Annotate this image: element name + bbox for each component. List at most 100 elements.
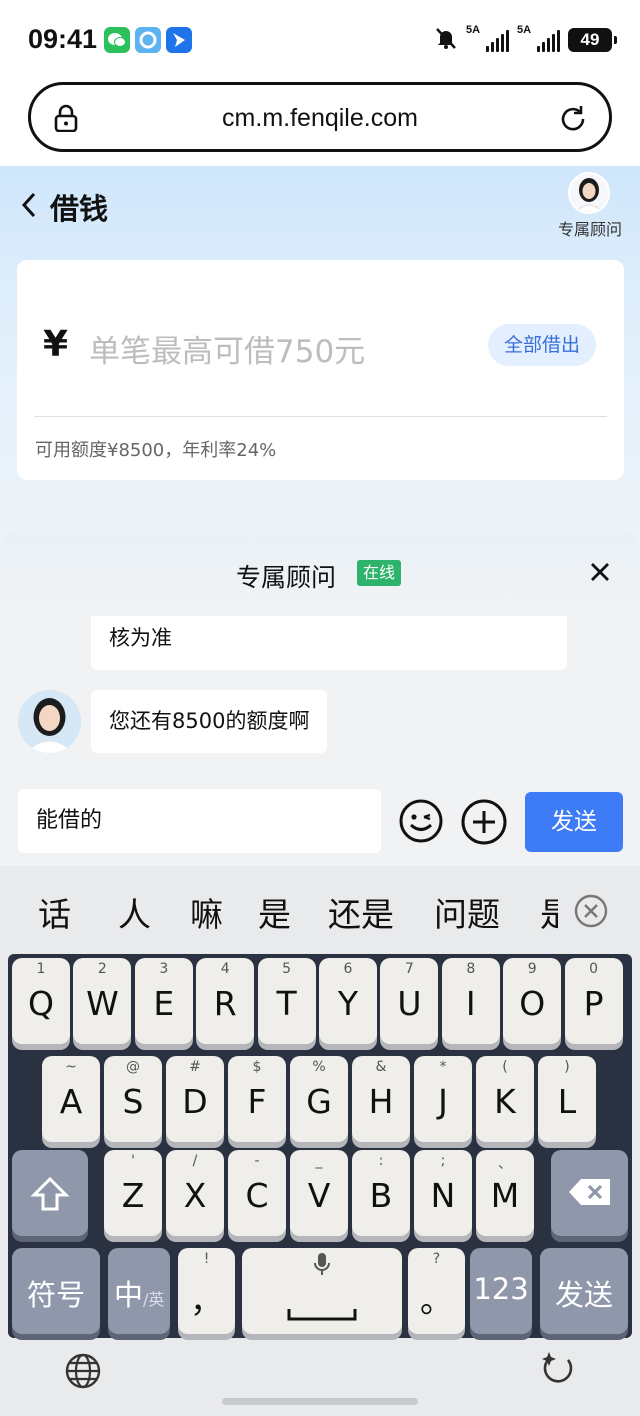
key-hint: 1 [36, 961, 46, 977]
backspace-key[interactable] [551, 1150, 628, 1236]
url-text: cm.m.fenqile.com [222, 104, 418, 132]
send-button[interactable]: 发送 [525, 792, 623, 852]
candidate[interactable]: 问题 [434, 888, 500, 936]
candidate[interactable]: 是 [540, 888, 558, 936]
online-badge: 在线 [357, 560, 402, 586]
key-label: H [368, 1082, 394, 1121]
amount-input[interactable]: 单笔最高可借750元 [89, 326, 365, 371]
candidate[interactable]: 还是 [328, 888, 394, 936]
divider [34, 416, 607, 417]
key-hint: % [312, 1059, 326, 1075]
key-label: D [182, 1082, 208, 1121]
key-h[interactable]: & H [352, 1056, 410, 1142]
back-icon[interactable] [20, 190, 38, 228]
key-label: I [465, 984, 476, 1023]
keyboard: 话 人 嘛 是 还是 问题 是 符号 中/英 ! ， ? 。 123 发送 1 … [0, 866, 640, 1416]
key-l[interactable]: ) L [538, 1056, 596, 1142]
key-f[interactable]: $ F [228, 1056, 286, 1142]
candidate[interactable]: 嘛 [190, 888, 223, 936]
key-hint: ( [502, 1059, 508, 1075]
advisor-chat-sheet: 专属顾问 在线 核为准 您还有8500的额度啊 能借的 发送 [0, 530, 640, 866]
page-title: 借钱 [50, 192, 109, 226]
key-label: L [557, 1082, 577, 1121]
close-icon[interactable] [588, 560, 612, 584]
reload-icon[interactable] [557, 103, 589, 135]
mute-icon [434, 26, 458, 54]
space-key[interactable] [242, 1248, 402, 1334]
key-hint: / [192, 1153, 198, 1169]
candidate[interactable]: 人 [118, 888, 151, 936]
messenger-app-icon [166, 27, 192, 53]
space-icon [242, 1292, 402, 1331]
candidate[interactable]: 话 [38, 888, 71, 936]
message-bubble: 核为准 [91, 616, 567, 670]
advisor-label[interactable]: 专属顾问 [558, 216, 622, 240]
keyboard-bottom-bar [0, 1338, 640, 1416]
globe-icon[interactable] [64, 1352, 102, 1390]
key-c[interactable]: -C [228, 1150, 286, 1236]
keyboard-send-key[interactable]: 发送 [540, 1248, 628, 1334]
numbers-key[interactable]: 123 [470, 1248, 532, 1334]
key-hint: 4 [220, 961, 230, 977]
key-hint: * [439, 1059, 447, 1075]
candidate[interactable]: 是 [258, 888, 291, 936]
advisor-avatar[interactable] [568, 172, 610, 214]
key-hint: 0 [589, 961, 599, 977]
key-hint: 7 [404, 961, 414, 977]
borrow-all-button[interactable]: 全部借出 [487, 324, 596, 366]
key-z[interactable]: ' Z [104, 1150, 162, 1236]
key-q[interactable]: 1Q [12, 958, 70, 1044]
key-e[interactable]: 3E [134, 958, 193, 1044]
key-g[interactable]: % G [290, 1056, 348, 1142]
message-list[interactable]: 核为准 您还有8500的额度啊 [0, 616, 640, 786]
comma-key[interactable]: ! ， [178, 1248, 235, 1334]
key-d[interactable]: # D [166, 1056, 224, 1142]
key-panel: 符号 中/英 ! ， ? 。 123 发送 1Q2W3E4R5T6Y7U8I9O… [8, 954, 632, 1338]
status-bar: 09:41 5A 5A 49 [0, 0, 640, 82]
key-n[interactable]: ; N [414, 1150, 472, 1236]
address-bar[interactable]: cm.m.fenqile.com [28, 82, 612, 152]
language-key[interactable]: 中/英 [108, 1248, 170, 1334]
key-j[interactable]: * J [414, 1056, 472, 1142]
key-label: P [583, 984, 604, 1023]
shift-key[interactable] [12, 1150, 88, 1236]
emoji-icon[interactable] [398, 798, 444, 844]
key-k[interactable]: (K [476, 1056, 534, 1142]
ai-assistant-icon[interactable] [538, 1350, 578, 1390]
key-v[interactable]: _ V [290, 1150, 348, 1236]
key-label: V [307, 1176, 331, 1215]
home-indicator[interactable] [222, 1398, 418, 1405]
key-label: S [122, 1082, 144, 1121]
key-hint: @ [126, 1059, 140, 1075]
key-label: O [519, 984, 546, 1023]
key-hint: 6 [343, 961, 353, 977]
key-w[interactable]: 2W [73, 958, 132, 1044]
key-hint: 8 [466, 961, 476, 977]
key-m[interactable]: 、 M [476, 1150, 534, 1236]
key-label: X [183, 1176, 207, 1215]
close-candidates-icon[interactable] [574, 894, 608, 928]
key-o[interactable]: 9O [503, 958, 562, 1044]
message-input[interactable]: 能借的 [18, 789, 381, 853]
key-hint: & [375, 1059, 387, 1075]
key-y[interactable]: 6Y [319, 958, 377, 1044]
key-label: R [213, 984, 237, 1023]
key-label: C [245, 1176, 269, 1215]
key-label: U [397, 984, 422, 1023]
key-i[interactable]: 8I [441, 958, 500, 1044]
key-b[interactable]: :B [352, 1150, 410, 1236]
key-r[interactable]: 4R [196, 958, 255, 1044]
credit-info: 可用额度¥8500，年利率24% [35, 440, 277, 461]
message-bubble: 您还有8500的额度啊 [91, 690, 328, 753]
key-a[interactable]: ~ A [42, 1056, 100, 1142]
key-t[interactable]: 5T [257, 958, 316, 1044]
key-label: Q [28, 984, 54, 1023]
key-u[interactable]: 7U [380, 958, 439, 1044]
key-p[interactable]: 0P [564, 958, 623, 1044]
add-icon[interactable] [460, 798, 508, 846]
symbols-key[interactable]: 符号 [12, 1248, 100, 1334]
backspace-icon [551, 1176, 628, 1216]
period-key[interactable]: ? 。 [408, 1248, 465, 1334]
key-x[interactable]: / X [166, 1150, 224, 1236]
key-s[interactable]: @ S [104, 1056, 162, 1142]
